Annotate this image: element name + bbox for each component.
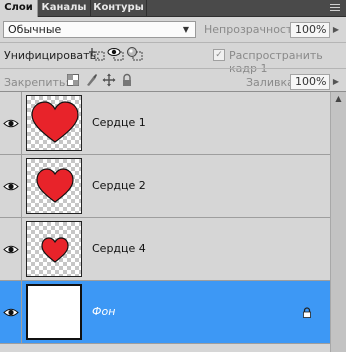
layer-lock-icon <box>303 307 311 318</box>
unify-position-icon[interactable] <box>88 46 106 62</box>
layers-scrollbar[interactable]: ▲ <box>330 92 346 352</box>
unify-label: Унифицировать: <box>4 49 100 62</box>
eye-icon <box>3 182 19 191</box>
heart-icon <box>36 168 74 203</box>
layer-thumbnail <box>26 221 82 277</box>
lock-label: Закрепить: <box>4 76 70 89</box>
blend-mode-select[interactable]: Обычные ▼ <box>3 21 196 38</box>
heart-icon <box>41 237 69 263</box>
lock-transparency-icon[interactable] <box>66 73 80 87</box>
panel-tab-bar: Слои Каналы Контуры <box>0 0 346 17</box>
fill-field[interactable]: 100% <box>290 74 330 90</box>
visibility-toggle[interactable] <box>0 155 22 218</box>
eye-icon <box>3 245 19 254</box>
layer-row[interactable]: Сердце 1 <box>0 92 330 155</box>
layer-name: Фон <box>92 305 116 318</box>
layer-name: Сердце 4 <box>92 242 146 255</box>
blend-mode-value: Обычные <box>8 23 62 36</box>
layer-row-selected[interactable]: Фон <box>0 281 330 344</box>
layer-thumbnail <box>26 158 82 214</box>
visibility-toggle[interactable] <box>0 218 22 281</box>
lock-pixels-icon[interactable] <box>84 73 98 87</box>
layer-thumbnail <box>26 95 82 151</box>
layer-name: Сердце 1 <box>92 116 146 129</box>
tab-paths[interactable]: Контуры <box>91 0 147 16</box>
unify-style-icon[interactable] <box>126 46 144 62</box>
layer-row[interactable]: Сердце 4 <box>0 218 330 281</box>
layer-thumbnail <box>26 284 82 340</box>
panel-menu-icon[interactable] <box>328 2 342 14</box>
divider <box>0 68 346 69</box>
opacity-dropdown-icon[interactable]: ▶ <box>331 22 341 38</box>
eye-icon <box>3 119 19 128</box>
lock-position-icon[interactable] <box>102 73 116 87</box>
fill-dropdown-icon[interactable]: ▶ <box>331 74 341 90</box>
chevron-down-icon: ▼ <box>182 25 190 34</box>
opacity-field[interactable]: 100% <box>290 22 330 38</box>
lock-all-icon[interactable] <box>120 73 134 87</box>
tab-layers[interactable]: Слои <box>0 0 38 17</box>
visibility-toggle[interactable] <box>0 281 22 344</box>
layers-list: Сердце 1 Сердце 2 Сердце 4 Фон <box>0 92 330 352</box>
tab-channels[interactable]: Каналы <box>38 0 91 16</box>
scroll-up-icon[interactable]: ▲ <box>331 92 346 106</box>
divider <box>0 42 346 43</box>
opacity-label: Непрозрачность: <box>204 23 303 36</box>
visibility-toggle[interactable] <box>0 92 22 155</box>
heart-icon <box>31 101 79 143</box>
eye-icon <box>3 308 19 317</box>
layer-row[interactable]: Сердце 2 <box>0 155 330 218</box>
unify-visibility-icon[interactable] <box>107 46 125 62</box>
propagate-frame-checkbox[interactable]: ✓ <box>213 49 225 61</box>
layer-name: Сердце 2 <box>92 179 146 192</box>
propagate-frame-label: Распространить кадр 1 <box>229 49 323 75</box>
